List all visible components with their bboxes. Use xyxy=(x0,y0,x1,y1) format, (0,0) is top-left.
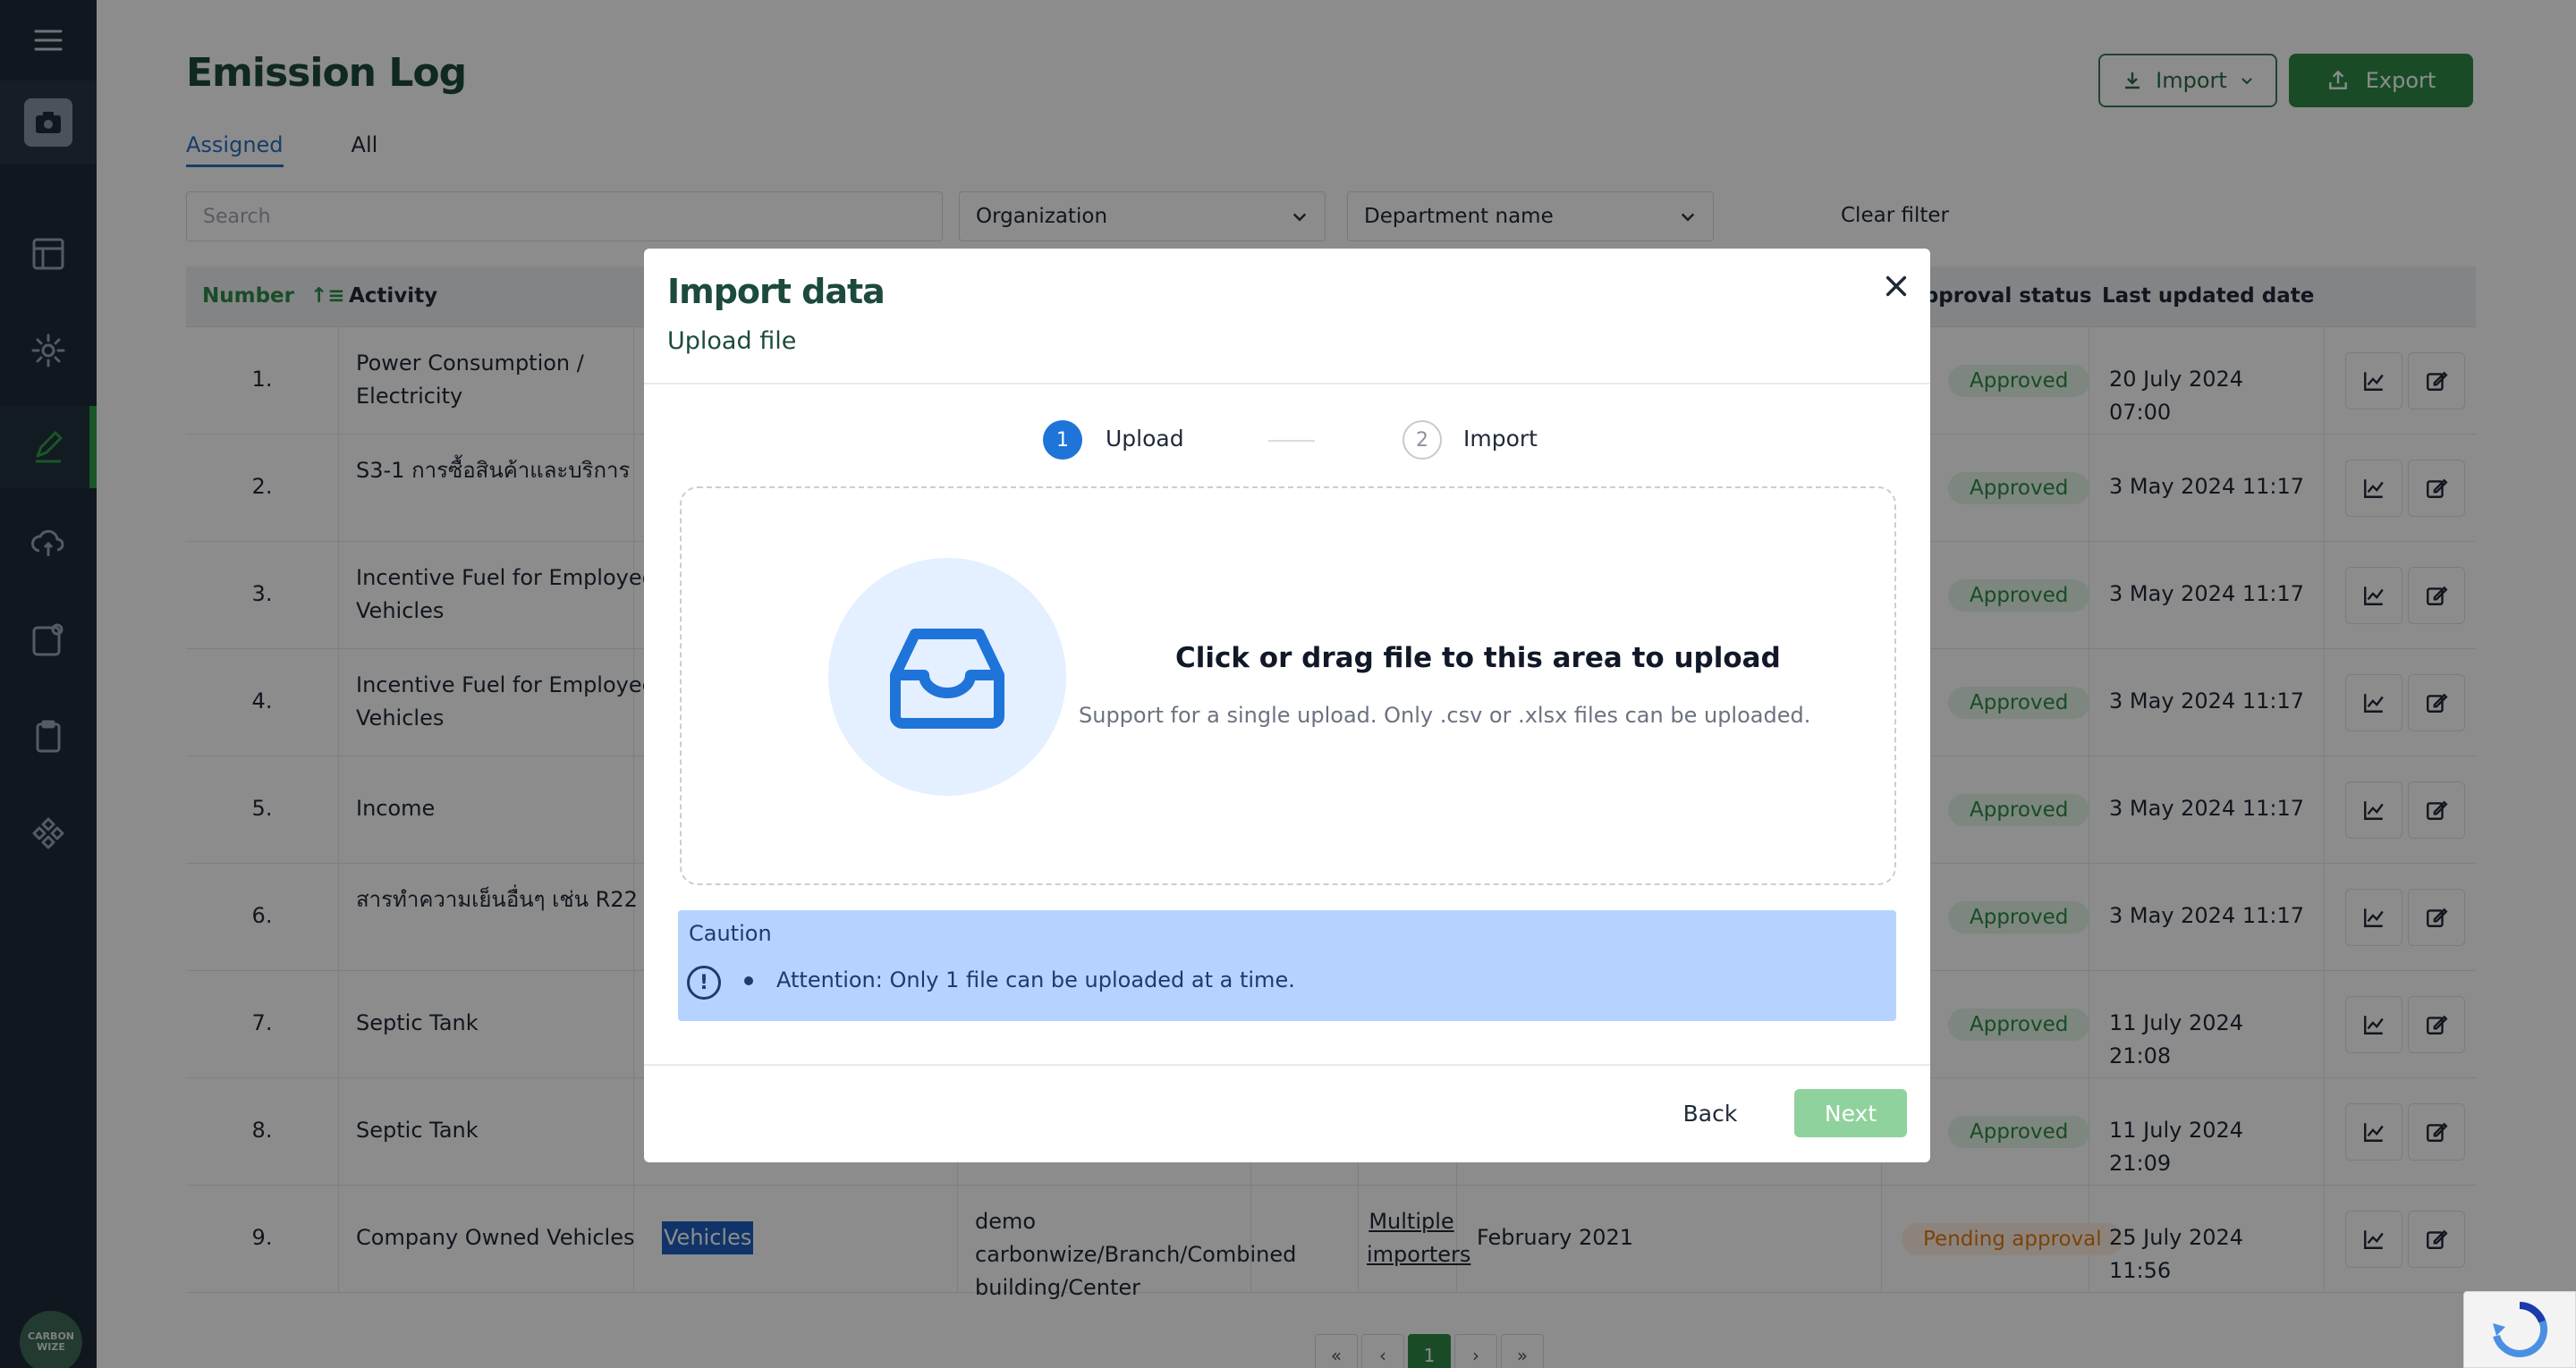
step-2-indicator: 2 xyxy=(1402,420,1442,460)
import-data-modal: Import data Upload file 1 Upload 2 Impor… xyxy=(644,249,1930,1162)
caution-alert: Caution ! Attention: Only 1 file can be … xyxy=(678,910,1896,1021)
dropzone-hint: Support for a single upload. Only .csv o… xyxy=(1079,703,1811,728)
recaptcha-icon xyxy=(2493,1301,2548,1357)
inbox-icon-circle xyxy=(828,558,1066,796)
caution-text: Attention: Only 1 file can be uploaded a… xyxy=(776,967,1295,992)
close-icon xyxy=(1885,275,1907,297)
back-button[interactable]: Back xyxy=(1669,1089,1751,1137)
caution-title: Caution xyxy=(689,921,772,946)
step-connector xyxy=(1268,440,1315,442)
step-2-label: Import xyxy=(1463,426,1538,452)
recaptcha-badge[interactable] xyxy=(2463,1291,2576,1368)
exclamation-icon: ! xyxy=(687,966,721,1000)
modal-footer-divider xyxy=(644,1064,1930,1066)
close-button[interactable] xyxy=(1878,268,1914,304)
modal-divider xyxy=(644,383,1930,384)
dropzone-title: Click or drag file to this area to uploa… xyxy=(1175,642,1781,674)
next-button[interactable]: Next xyxy=(1794,1089,1907,1137)
inbox-icon xyxy=(890,629,1004,729)
modal-subtitle: Upload file xyxy=(667,327,797,355)
file-dropzone[interactable]: Click or drag file to this area to uploa… xyxy=(680,486,1896,885)
stepper: 1 Upload 2 Import xyxy=(644,420,1930,460)
bullet-icon xyxy=(744,976,753,985)
step-1-label: Upload xyxy=(1106,426,1184,452)
step-1-indicator: 1 xyxy=(1043,420,1082,460)
modal-title: Import data xyxy=(667,272,886,311)
